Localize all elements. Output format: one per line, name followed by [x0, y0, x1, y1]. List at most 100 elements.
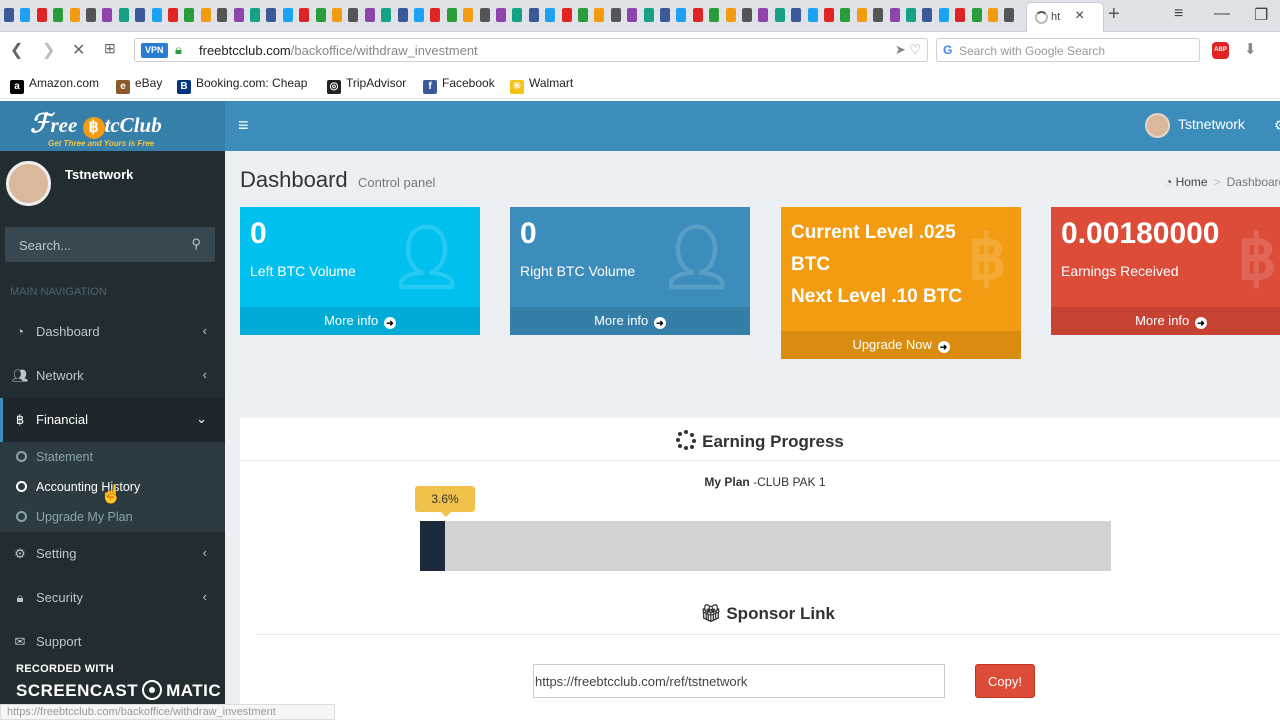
breadcrumb-home[interactable]: Home	[1176, 175, 1208, 189]
pinned-tab-favicon-icon[interactable]	[250, 8, 260, 22]
address-bar[interactable]: VPN 🔒︎ freebtcclub.com/backoffice/withdr…	[134, 38, 928, 62]
pinned-tab-favicon-icon[interactable]	[610, 8, 621, 22]
upgrade-now-link[interactable]: Upgrade Now ➜	[781, 331, 1021, 359]
pinned-tab-favicon-icon[interactable]	[955, 8, 966, 22]
bookmark-5[interactable]: ✳ Walmart	[510, 76, 573, 94]
pinned-tab-favicon-icon[interactable]	[692, 8, 703, 22]
pinned-tab-favicon-icon[interactable]	[1004, 8, 1015, 22]
gear-icon[interactable]: ⚙	[1274, 117, 1280, 134]
pinned-tab-favicon-icon[interactable]	[824, 8, 834, 22]
pinned-tab-favicon-icon[interactable]	[266, 8, 277, 22]
bookmark-0[interactable]: a Amazon.com	[10, 76, 99, 94]
more-info-link[interactable]: More info ➜	[1051, 307, 1280, 335]
pinned-tab-favicon-icon[interactable]	[299, 8, 310, 22]
sidebar-item-security[interactable]: 🔒︎ Security ‹	[0, 576, 225, 620]
bookmark-4[interactable]: f Facebook	[423, 76, 495, 94]
pinned-tab-favicon-icon[interactable]	[971, 8, 982, 22]
pinned-tab-favicon-icon[interactable]	[561, 8, 572, 22]
pinned-tab-favicon-icon[interactable]	[594, 8, 605, 22]
sidebar-search-input[interactable]: Search... ⚲	[5, 227, 215, 262]
pinned-tab-favicon-icon[interactable]	[479, 8, 490, 22]
pinned-tab-favicon-icon[interactable]	[578, 8, 588, 22]
send-heart-icons[interactable]: ➤ ♡	[895, 42, 921, 58]
pinned-tab-favicon-icon[interactable]	[627, 8, 638, 22]
user-menu[interactable]: Tstnetwork	[1145, 113, 1245, 138]
pinned-tab-favicon-icon[interactable]	[397, 8, 408, 22]
pinned-tab-favicon-icon[interactable]	[381, 8, 392, 22]
pinned-tab-favicon-icon[interactable]	[69, 8, 80, 22]
search-icon[interactable]: ⚲	[191, 236, 201, 252]
submenu-item-statement[interactable]: Statement	[0, 442, 225, 472]
submenu-item-upgrade-plan[interactable]: Upgrade My Plan	[0, 502, 225, 532]
sidebar-item-support[interactable]: ✉ Support	[0, 620, 225, 664]
pinned-tab-favicon-icon[interactable]	[873, 8, 884, 22]
pinned-tab-favicon-icon[interactable]	[807, 8, 818, 22]
tab-close-icon[interactable]: ×	[1075, 7, 1084, 25]
bookmark-3[interactable]: ◎ TripAdvisor	[327, 76, 406, 94]
pinned-tab-favicon-icon[interactable]	[988, 8, 998, 22]
pinned-tab-favicon-icon[interactable]	[545, 8, 556, 22]
pinned-tab-favicon-icon[interactable]	[168, 8, 178, 22]
search-bar[interactable]: G Search with Google Search	[936, 38, 1200, 62]
pinned-tab-favicon-icon[interactable]	[709, 8, 720, 22]
sidebar-item-setting[interactable]: ⚙ Setting ‹	[0, 532, 225, 576]
stop-loading-icon[interactable]: ✕	[72, 40, 85, 60]
pinned-tab-favicon-icon[interactable]	[906, 8, 916, 22]
pinned-tab-favicon-icon[interactable]	[496, 8, 506, 22]
pinned-tab-favicon-icon[interactable]	[840, 8, 851, 22]
bookmark-2[interactable]: B Booking.com: Cheap	[177, 76, 307, 94]
pinned-tab-favicon-icon[interactable]	[758, 8, 769, 22]
pinned-tab-favicon-icon[interactable]	[20, 8, 31, 22]
url-text[interactable]: freebtcclub.com/backoffice/withdraw_inve…	[199, 43, 478, 58]
pinned-tab-favicon-icon[interactable]	[856, 8, 867, 22]
pinned-tab-favicon-icon[interactable]	[282, 8, 293, 22]
more-info-link[interactable]: More info ➜	[510, 307, 750, 335]
pinned-tab-favicon-icon[interactable]	[430, 8, 441, 22]
vpn-badge[interactable]: VPN	[141, 43, 168, 58]
new-tab-icon[interactable]: +	[1108, 3, 1120, 26]
pinned-tab-favicon-icon[interactable]	[217, 8, 228, 22]
pinned-tab-favicon-icon[interactable]	[938, 8, 949, 22]
more-info-link[interactable]: More info ➜	[240, 307, 480, 335]
pinned-tab-favicon-icon[interactable]	[889, 8, 900, 22]
pinned-tab-favicon-icon[interactable]	[332, 8, 342, 22]
sidebar-item-dashboard[interactable]: ◔ Dashboard ‹	[0, 310, 225, 354]
download-icon[interactable]: ⬇	[1244, 40, 1257, 58]
pinned-tab-favicon-icon[interactable]	[135, 8, 146, 22]
sidebar-item-network[interactable]: 👥︎ Network ‹	[0, 354, 225, 398]
pinned-tab-favicon-icon[interactable]	[446, 8, 457, 22]
pinned-tab-favicon-icon[interactable]	[348, 8, 359, 22]
pinned-tab-favicon-icon[interactable]	[643, 8, 654, 22]
active-tab[interactable]: ht ×	[1026, 2, 1104, 32]
sidebar-item-financial[interactable]: ฿ Financial ⌄	[0, 398, 225, 442]
pinned-tab-favicon-icon[interactable]	[512, 8, 523, 22]
speed-dial-icon[interactable]: ⊞	[104, 40, 116, 57]
adblock-icon[interactable]: ABP	[1212, 42, 1229, 59]
sidebar-toggle-icon[interactable]: ≡	[238, 115, 249, 136]
pinned-tab-favicon-icon[interactable]	[86, 8, 96, 22]
back-icon[interactable]: ❮	[10, 40, 23, 60]
pinned-tab-favicon-icon[interactable]	[315, 8, 326, 22]
pinned-tab-favicon-icon[interactable]	[184, 8, 195, 22]
pinned-tab-favicon-icon[interactable]	[463, 8, 474, 22]
pinned-tab-favicon-icon[interactable]	[676, 8, 687, 22]
minimize-icon[interactable]: —	[1214, 5, 1230, 23]
pinned-tab-favicon-icon[interactable]	[118, 8, 129, 22]
copy-button[interactable]: Copy!	[975, 664, 1035, 698]
pinned-tab-favicon-icon[interactable]	[528, 8, 539, 22]
bookmark-1[interactable]: e eBay	[116, 76, 162, 94]
pinned-tab-favicon-icon[interactable]	[922, 8, 933, 22]
pinned-tab-favicon-icon[interactable]	[53, 8, 64, 22]
pinned-tab-favicon-icon[interactable]	[151, 8, 162, 22]
pinned-tab-favicon-icon[interactable]	[414, 8, 424, 22]
maximize-icon[interactable]: ❐	[1254, 5, 1268, 25]
pinned-tab-favicon-icon[interactable]	[4, 8, 14, 22]
menu-icon[interactable]: ≡	[1174, 5, 1183, 23]
pinned-tab-favicon-icon[interactable]	[102, 8, 113, 22]
pinned-tab-favicon-icon[interactable]	[200, 8, 211, 22]
pinned-tab-favicon-icon[interactable]	[233, 8, 244, 22]
pinned-tab-favicon-icon[interactable]	[725, 8, 736, 22]
pinned-tab-favicon-icon[interactable]	[774, 8, 785, 22]
pinned-tab-favicon-icon[interactable]	[791, 8, 802, 22]
referral-link-input[interactable]	[533, 664, 945, 698]
